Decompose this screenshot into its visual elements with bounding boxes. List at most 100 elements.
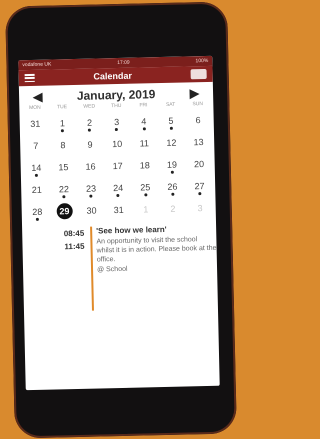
- event-item[interactable]: 08:45 11:45 'See how we learn' An opport…: [22, 222, 218, 312]
- calendar-day[interactable]: 20: [185, 153, 213, 176]
- calendar-day[interactable]: 7: [22, 135, 50, 158]
- day-number: 1: [143, 204, 149, 215]
- day-number: 3: [114, 116, 120, 128]
- weekday-label: SAT: [165, 101, 176, 108]
- event-dot-icon: [35, 217, 39, 221]
- day-number: 1: [59, 118, 66, 129]
- day-number: 4: [141, 116, 147, 127]
- next-month-icon[interactable]: ▶: [190, 86, 200, 100]
- menu-icon[interactable]: [24, 73, 35, 83]
- calendar-day[interactable]: 8: [49, 134, 77, 157]
- calendar-day[interactable]: 2: [159, 197, 187, 220]
- day-number: 18: [139, 160, 150, 171]
- event-dot-icon: [171, 192, 175, 196]
- calendar-day[interactable]: 26: [159, 175, 187, 198]
- calendar-day[interactable]: 3: [103, 111, 131, 134]
- event-location: @ School: [96, 265, 128, 274]
- day-number: 31: [113, 204, 124, 216]
- calendar-day[interactable]: 5: [157, 109, 185, 132]
- calendar-day-selected[interactable]: 29: [51, 200, 79, 223]
- calendar-day[interactable]: 22: [50, 178, 78, 201]
- day-number: 25: [140, 182, 151, 193]
- day-number: 20: [193, 159, 205, 170]
- calendar-day[interactable]: 1: [49, 112, 77, 135]
- calendar-day[interactable]: 3: [186, 197, 214, 220]
- weekday-label: SUN: [192, 101, 204, 108]
- weekday-label: MON: [29, 104, 41, 112]
- battery-text: 100%: [195, 57, 209, 65]
- event-dot-icon: [61, 129, 65, 133]
- calendar-day[interactable]: 9: [76, 133, 104, 156]
- event-description: An opportunity to visit the school whils…: [96, 236, 217, 264]
- day-number: 5: [168, 115, 174, 126]
- calendar-grid: 31 1 2 3 4 5 6 7 8 9 10 11 12 13 14 15 16 17 18 19 20 21 22 23 2…: [19, 107, 215, 223]
- day-number: 11: [139, 138, 150, 149]
- time-text: 17:09: [117, 59, 130, 66]
- day-number: 30: [86, 205, 97, 216]
- day-number: 8: [60, 140, 66, 151]
- day-number: 24: [113, 182, 124, 194]
- calendar-day[interactable]: 25: [132, 176, 160, 199]
- calendar-day[interactable]: 18: [131, 154, 159, 177]
- day-number: 31: [30, 118, 41, 129]
- day-number: 29: [56, 203, 73, 220]
- calendar-day[interactable]: 2: [76, 111, 104, 134]
- calendar-day[interactable]: 13: [185, 131, 213, 154]
- day-number: 27: [194, 181, 205, 192]
- day-number: 28: [32, 206, 43, 217]
- calendar-day[interactable]: 27: [186, 175, 214, 198]
- calendar-day[interactable]: 19: [158, 153, 186, 176]
- prev-month-icon[interactable]: ◀: [33, 90, 43, 104]
- event-times: 08:45 11:45: [22, 225, 92, 313]
- weekday-label: WED: [83, 103, 96, 110]
- calendar-day[interactable]: 12: [158, 131, 186, 154]
- event-dot-icon: [170, 170, 174, 174]
- weekday-label: THU: [111, 102, 122, 110]
- calendar-day[interactable]: 31: [21, 113, 49, 136]
- day-number: 10: [112, 138, 123, 150]
- weekday-label: TUE: [56, 104, 68, 111]
- event-dot-icon: [169, 126, 173, 130]
- day-number: 22: [58, 184, 70, 195]
- day-number: 16: [85, 161, 96, 172]
- event-start-time: 08:45: [63, 228, 85, 239]
- calendar-day[interactable]: 30: [78, 199, 106, 222]
- event-dot-icon: [143, 193, 148, 197]
- event-dot-icon: [89, 194, 93, 198]
- calendar-day[interactable]: 16: [77, 155, 105, 178]
- event-dot-icon: [62, 195, 66, 199]
- calendar-day[interactable]: 15: [50, 156, 78, 179]
- calendar-day[interactable]: 21: [23, 179, 51, 202]
- day-number: 6: [195, 115, 201, 126]
- day-number: 19: [166, 159, 178, 170]
- event-details: 'See how we learn' An opportunity to vis…: [92, 222, 218, 311]
- day-number: 2: [170, 203, 176, 214]
- day-number: 13: [193, 137, 204, 148]
- calendar-day[interactable]: 31: [105, 199, 133, 222]
- day-number: 3: [197, 203, 203, 214]
- day-number: 2: [86, 117, 93, 128]
- calendar-day[interactable]: 17: [104, 155, 132, 178]
- weekday-label: FRI: [139, 102, 148, 109]
- event-dot-icon: [198, 192, 202, 196]
- day-number: 23: [85, 183, 97, 194]
- calendar-day[interactable]: 4: [130, 110, 158, 133]
- calendar-day[interactable]: 14: [22, 157, 50, 180]
- day-number: 7: [33, 140, 39, 151]
- calendar-day[interactable]: 10: [103, 133, 131, 156]
- day-number: 12: [166, 137, 177, 148]
- event-dot-icon: [34, 173, 38, 177]
- calendar-day[interactable]: 23: [77, 177, 105, 200]
- calendar-day[interactable]: 1: [132, 198, 160, 221]
- calendar-day[interactable]: 28: [23, 201, 51, 224]
- day-number: 17: [112, 160, 123, 172]
- calendar-day[interactable]: 11: [131, 132, 159, 155]
- view-toggle-icon[interactable]: [190, 68, 207, 80]
- event-title: 'See how we learn': [96, 224, 167, 236]
- calendar-day[interactable]: 24: [104, 177, 132, 200]
- phone-screen: vodafone UK 17:09 100% Calendar ◀ Januar…: [18, 55, 220, 391]
- event-end-time: 11:45: [64, 241, 85, 252]
- day-number: 21: [31, 184, 42, 195]
- calendar-day[interactable]: 6: [184, 109, 212, 132]
- carrier-text: vodafone UK: [22, 61, 52, 69]
